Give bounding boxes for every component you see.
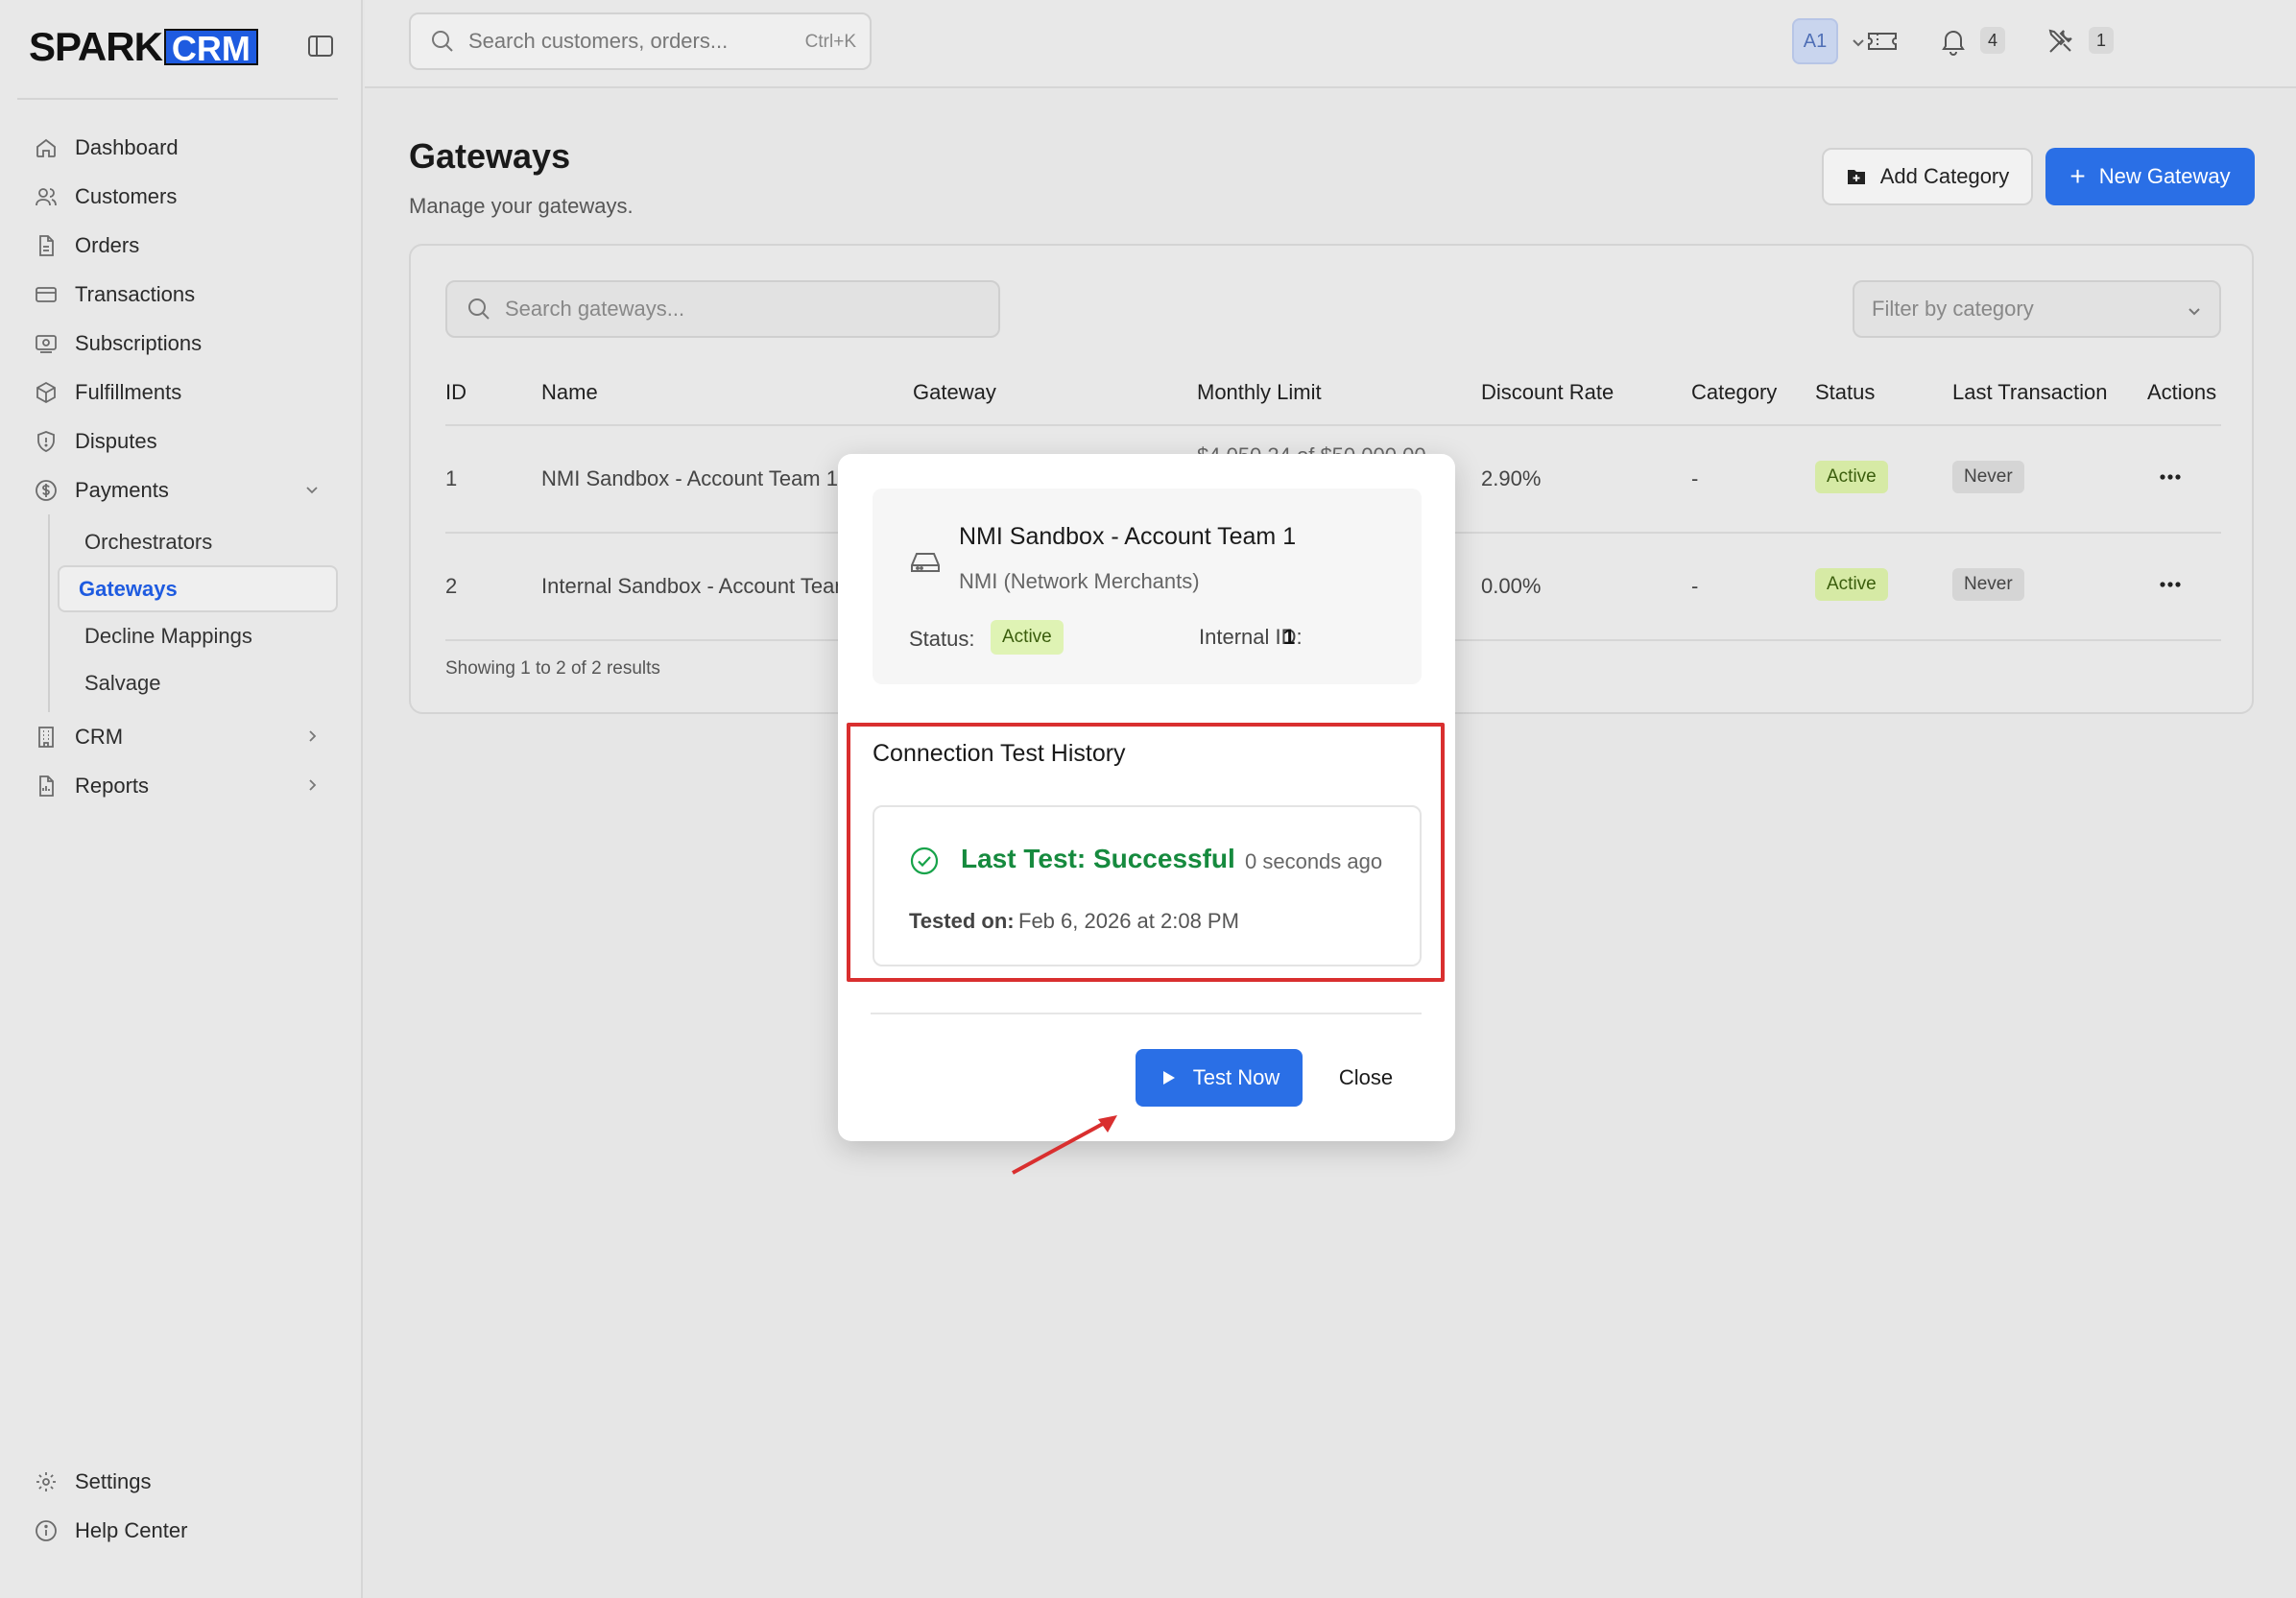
modal-divider xyxy=(871,1013,1422,1014)
check-circle-icon xyxy=(909,846,940,876)
last-test-card: Last Test: Successful 0 seconds ago Test… xyxy=(873,805,1422,966)
close-button[interactable]: Close xyxy=(1318,1049,1414,1107)
gateway-type: NMI (Network Merchants) xyxy=(959,569,1200,593)
status-badge: Active xyxy=(991,620,1064,655)
connection-test-history-title: Connection Test History xyxy=(873,740,1126,767)
annotation-arrow xyxy=(1012,1115,1117,1175)
tested-on-value: Feb 6, 2026 at 2:08 PM xyxy=(1018,909,1239,933)
gateway-name: NMI Sandbox - Account Team 1 xyxy=(959,523,1297,550)
internal-id-value: 1 xyxy=(1283,625,1296,649)
gateway-summary: NMI Sandbox - Account Team 1 NMI (Networ… xyxy=(873,489,1422,684)
gateway-details-modal: NMI Sandbox - Account Team 1 NMI (Networ… xyxy=(838,454,1455,1141)
test-now-label: Test Now xyxy=(1192,1065,1280,1089)
tested-on-label: Tested on: xyxy=(909,909,1015,933)
test-now-button[interactable]: Test Now xyxy=(1136,1049,1303,1107)
status-label: Status: xyxy=(909,627,975,651)
play-icon xyxy=(1159,1068,1178,1087)
last-test-relative-time: 0 seconds ago xyxy=(1245,849,1383,873)
last-test-result: Last Test: Successful xyxy=(961,844,1235,873)
hard-drive-icon xyxy=(909,546,942,579)
